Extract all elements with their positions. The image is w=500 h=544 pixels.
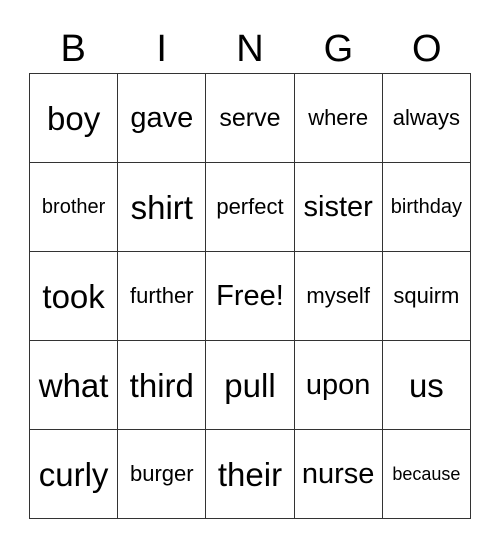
bingo-cell: third bbox=[117, 340, 207, 430]
bingo-cell: perfect bbox=[205, 162, 295, 252]
bingo-cell: birthday bbox=[381, 162, 472, 252]
bingo-cell: upon bbox=[293, 340, 383, 430]
bingo-cell: always bbox=[381, 73, 472, 163]
bingo-cell: pull bbox=[205, 340, 295, 430]
bingo-cell: burger bbox=[117, 429, 207, 519]
bingo-cell: serve bbox=[205, 73, 295, 163]
bingo-cell: their bbox=[205, 429, 295, 519]
bingo-cell: shirt bbox=[117, 162, 207, 252]
header-letter-g: G bbox=[323, 28, 354, 70]
bingo-cell: boy bbox=[28, 73, 119, 163]
bingo-cell: where bbox=[293, 73, 383, 163]
bingo-cell: us bbox=[381, 340, 472, 430]
grid-row: took further Free! myself squirm bbox=[28, 251, 472, 341]
bingo-header: B I N G O bbox=[29, 26, 471, 72]
grid-row: what third pull upon us bbox=[28, 340, 472, 430]
header-letter-o: O bbox=[412, 28, 442, 70]
bingo-cell: further bbox=[117, 251, 207, 341]
grid-row: boy gave serve where always bbox=[28, 73, 472, 163]
bingo-cell: nurse bbox=[293, 429, 383, 519]
bingo-cell: because bbox=[381, 429, 472, 519]
bingo-cell: curly bbox=[28, 429, 119, 519]
grid-row: curly burger their nurse because bbox=[28, 429, 472, 519]
bingo-cell: sister bbox=[293, 162, 383, 252]
bingo-cell: squirm bbox=[381, 251, 472, 341]
header-letter-n: N bbox=[236, 28, 264, 70]
header-letter-i: I bbox=[156, 28, 167, 70]
bingo-cell: gave bbox=[117, 73, 207, 163]
free-space-cell: Free! bbox=[205, 251, 295, 341]
bingo-cell: what bbox=[28, 340, 119, 430]
header-letter-b: B bbox=[60, 28, 86, 70]
bingo-cell: brother bbox=[28, 162, 119, 252]
bingo-cell: took bbox=[28, 251, 119, 341]
bingo-card-grid: boy gave serve where always brother shir… bbox=[28, 73, 472, 519]
bingo-cell: myself bbox=[293, 251, 383, 341]
grid-row: brother shirt perfect sister birthday bbox=[28, 162, 472, 252]
